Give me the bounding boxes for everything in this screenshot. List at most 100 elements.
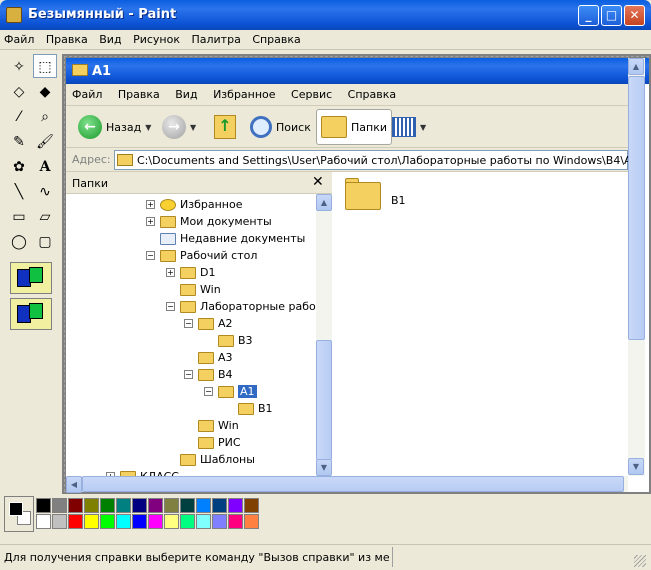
collapse-icon[interactable]: − (204, 387, 213, 396)
ellipse-tool-icon[interactable]: ◯ (7, 229, 31, 253)
close-button[interactable]: ✕ (624, 5, 645, 26)
explorer-scroll-thumb[interactable] (628, 76, 645, 340)
free-select-tool-icon[interactable]: ✧ (7, 54, 31, 78)
forward-button[interactable]: → ▼ (158, 109, 200, 145)
color-swatch[interactable] (36, 498, 51, 513)
back-button[interactable]: ← Назад ▼ (74, 109, 155, 145)
expand-icon[interactable]: + (166, 268, 175, 277)
search-button[interactable]: Поиск (246, 109, 315, 145)
folder-b1-label[interactable]: B1 (391, 194, 406, 207)
color-swatch[interactable] (36, 514, 51, 529)
color-swatch[interactable] (116, 514, 131, 529)
polygon-tool-icon[interactable]: ▱ (33, 204, 57, 228)
rect-select-tool-icon[interactable]: ⬚ (33, 54, 57, 78)
tree-item[interactable]: B3 (204, 332, 253, 349)
tree-item[interactable]: B1 (224, 400, 273, 417)
transparent-option[interactable] (10, 298, 52, 330)
magnifier-tool-icon[interactable]: ⌕ (33, 104, 57, 128)
color-swatch[interactable] (180, 514, 195, 529)
expand-icon[interactable]: + (146, 200, 155, 209)
color-swatch[interactable] (68, 498, 83, 513)
tree-item[interactable]: + Избранное (146, 196, 242, 213)
tree-item[interactable]: − B4 (184, 366, 233, 383)
collapse-icon[interactable]: − (184, 370, 193, 379)
color-swatch[interactable] (116, 498, 131, 513)
collapse-icon[interactable]: − (146, 251, 155, 260)
resize-grip-icon[interactable] (634, 555, 646, 567)
up-folder-button[interactable]: ↑ (210, 109, 240, 145)
minimize-button[interactable]: _ (578, 5, 599, 26)
brush-tool-icon[interactable]: 🖌 (33, 129, 57, 153)
color-swatch[interactable] (100, 514, 115, 529)
paint-menu-file[interactable]: Файл (0, 30, 38, 49)
tree-item[interactable]: Win (184, 417, 239, 434)
tree-item[interactable]: − Рабочий стол (146, 247, 257, 264)
text-tool-icon[interactable]: A (33, 154, 57, 178)
paint-menu-view[interactable]: Вид (95, 30, 125, 49)
color-swatch[interactable] (52, 514, 67, 529)
folder-b1-icon[interactable] (345, 182, 381, 210)
tree-scrollbar[interactable]: ▲ ▼ (316, 194, 332, 476)
tree-item[interactable]: − A2 (184, 315, 233, 332)
scroll-up-icon[interactable]: ▲ (316, 194, 332, 211)
tree-item[interactable]: +КЛАСС (106, 468, 179, 476)
paint-menu-palette[interactable]: Палитра (187, 30, 244, 49)
color-swatch[interactable] (164, 498, 179, 513)
tree-item[interactable]: РИС (184, 434, 241, 451)
tree-item[interactable]: + D1 (166, 264, 215, 281)
color-swatch[interactable] (244, 498, 259, 513)
line-tool-icon[interactable]: ╲ (7, 179, 31, 203)
color-swatch[interactable] (196, 498, 211, 513)
color-swatch[interactable] (228, 498, 243, 513)
explorer-menu-edit[interactable]: Правка (112, 84, 166, 105)
collapse-icon[interactable]: − (184, 319, 193, 328)
tree-scroll-thumb[interactable] (316, 340, 332, 460)
views-button[interactable]: ▼ (388, 109, 430, 145)
expand-icon[interactable]: + (146, 217, 155, 226)
opaque-option[interactable] (10, 262, 52, 294)
tree-item[interactable]: Недавние документы (146, 230, 305, 247)
color-swatch[interactable] (196, 514, 211, 529)
paint-menu-image[interactable]: Рисунок (129, 30, 184, 49)
explorer-horizontal-scrollbar[interactable]: ◀ (66, 476, 628, 493)
scroll-left-icon[interactable]: ◀ (66, 476, 82, 493)
explorer-menu-favorites[interactable]: Избранное (207, 84, 281, 105)
address-field[interactable]: C:\Documents and Settings\User\Рабочий с… (114, 150, 639, 170)
color-swatch[interactable] (148, 498, 163, 513)
color-swatch[interactable] (148, 514, 163, 529)
explorer-vertical-scrollbar[interactable]: ▲ ▼ (628, 58, 645, 476)
rounded-rect-tool-icon[interactable]: ▢ (33, 229, 57, 253)
color-swatch[interactable] (84, 498, 99, 513)
color-swatch[interactable] (132, 514, 147, 529)
dropdown-arrow-icon[interactable]: ▼ (420, 123, 426, 132)
tree-item[interactable]: − Лабораторные работ (166, 298, 316, 315)
tree-item[interactable]: A3 (184, 349, 233, 366)
color-swatch[interactable] (100, 498, 115, 513)
folders-button[interactable]: Папки (316, 109, 392, 145)
explorer-menu-view[interactable]: Вид (169, 84, 203, 105)
tree-item[interactable]: − A1 (204, 383, 257, 400)
airbrush-tool-icon[interactable]: ✿ (7, 154, 31, 178)
explorer-menu-file[interactable]: Файл (66, 84, 108, 105)
paint-title-bar[interactable]: Безымянный - Paint _ □ ✕ (0, 0, 651, 30)
color-swatch[interactable] (132, 498, 147, 513)
color-swatch[interactable] (52, 498, 67, 513)
scroll-up-icon[interactable]: ▲ (628, 58, 644, 75)
color-swatch[interactable] (228, 514, 243, 529)
paint-menu-edit[interactable]: Правка (42, 30, 92, 49)
explorer-menu-tools[interactable]: Сервис (285, 84, 338, 105)
color-swatch[interactable] (164, 514, 179, 529)
dropdown-arrow-icon[interactable]: ▼ (190, 123, 196, 132)
pencil-tool-icon[interactable]: ✎ (7, 129, 31, 153)
eraser-tool-icon[interactable]: ◇ (7, 79, 31, 103)
explorer-menu-help[interactable]: Справка (342, 84, 402, 105)
color-swatch[interactable] (180, 498, 195, 513)
collapse-icon[interactable]: − (166, 302, 175, 311)
color-picker-tool-icon[interactable]: ⁄ (7, 104, 31, 128)
color-swatch[interactable] (212, 514, 227, 529)
color-swatch[interactable] (212, 498, 227, 513)
paint-menu-help[interactable]: Справка (248, 30, 304, 49)
color-swatch[interactable] (244, 514, 259, 529)
close-pane-icon[interactable]: ✕ (312, 174, 324, 190)
tree-item[interactable]: Win (166, 281, 221, 298)
